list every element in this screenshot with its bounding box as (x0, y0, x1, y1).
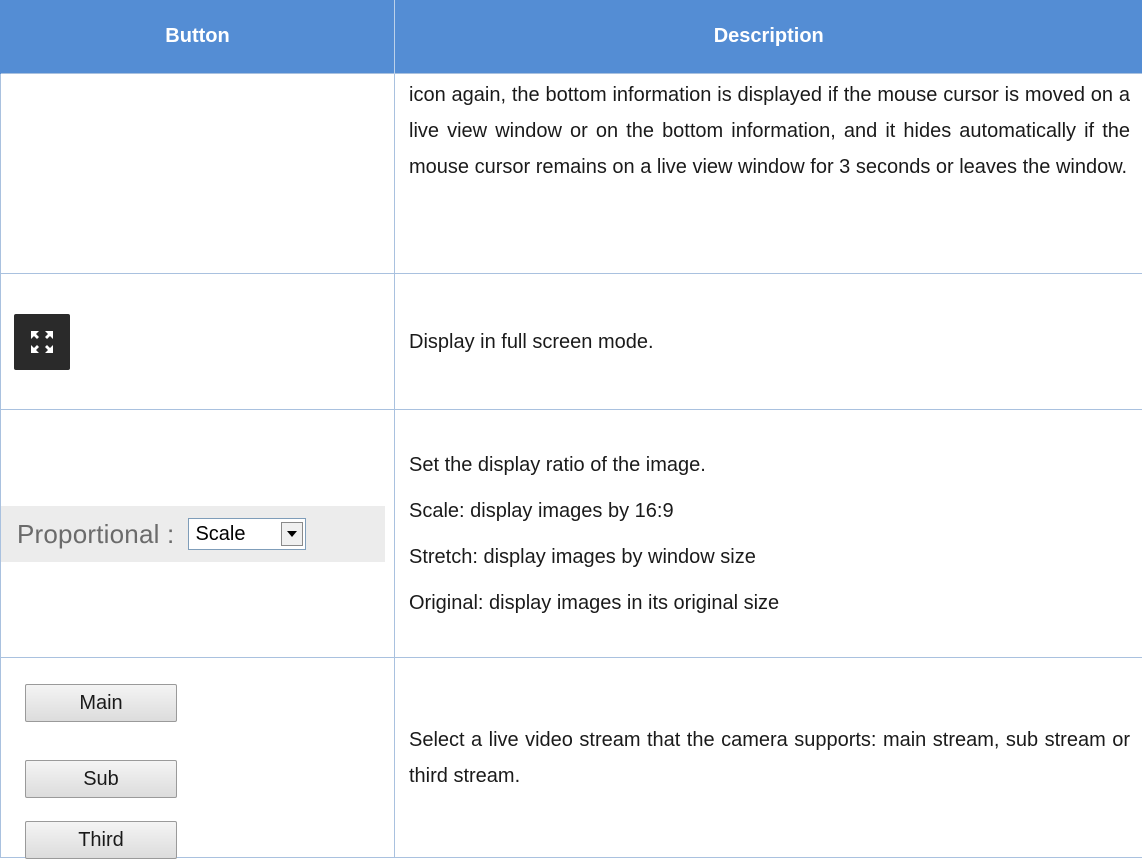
description-text: icon again, the bottom information is di… (409, 77, 1130, 185)
description-line: Stretch: display images by window size (409, 539, 1130, 575)
description-text: Display in full screen mode. (409, 324, 1130, 360)
proportional-select-value: Scale (189, 516, 245, 552)
header-description: Description (395, 0, 1142, 74)
button-cell: Proportional : Scale (1, 410, 395, 658)
description-cell: Display in full screen mode. (395, 274, 1142, 410)
fullscreen-icon[interactable] (14, 314, 70, 370)
table-row: Display in full screen mode. (1, 274, 1142, 410)
proportional-control: Proportional : Scale (1, 506, 385, 562)
sub-stream-button[interactable]: Sub (25, 760, 177, 798)
button-description-table: Button Description icon again, the botto… (0, 0, 1142, 858)
button-cell-empty (1, 74, 395, 274)
proportional-label: Proportional : (17, 516, 174, 552)
table-row: Proportional : Scale Set the display rat… (1, 410, 1142, 658)
description-text: Select a live video stream that the came… (409, 722, 1130, 794)
description-line: Scale: display images by 16:9 (409, 493, 1130, 529)
table-row: icon again, the bottom information is di… (1, 74, 1142, 274)
third-stream-button[interactable]: Third (25, 821, 177, 859)
description-cell: Select a live video stream that the came… (395, 658, 1142, 858)
description-cell: Set the display ratio of the image. Scal… (395, 410, 1142, 658)
description-line: Original: display images in its original… (409, 585, 1130, 621)
header-button: Button (1, 0, 395, 74)
description-line: Set the display ratio of the image. (409, 447, 1130, 483)
main-stream-button[interactable]: Main (25, 684, 177, 722)
proportional-select[interactable]: Scale (188, 518, 306, 550)
chevron-down-icon[interactable] (281, 522, 303, 546)
table-row: Main Sub Third Select a live video strea… (1, 658, 1142, 858)
table-header-row: Button Description (1, 0, 1142, 74)
button-cell (1, 274, 395, 410)
button-cell: Main Sub Third (1, 658, 395, 858)
description-cell: icon again, the bottom information is di… (395, 74, 1142, 274)
